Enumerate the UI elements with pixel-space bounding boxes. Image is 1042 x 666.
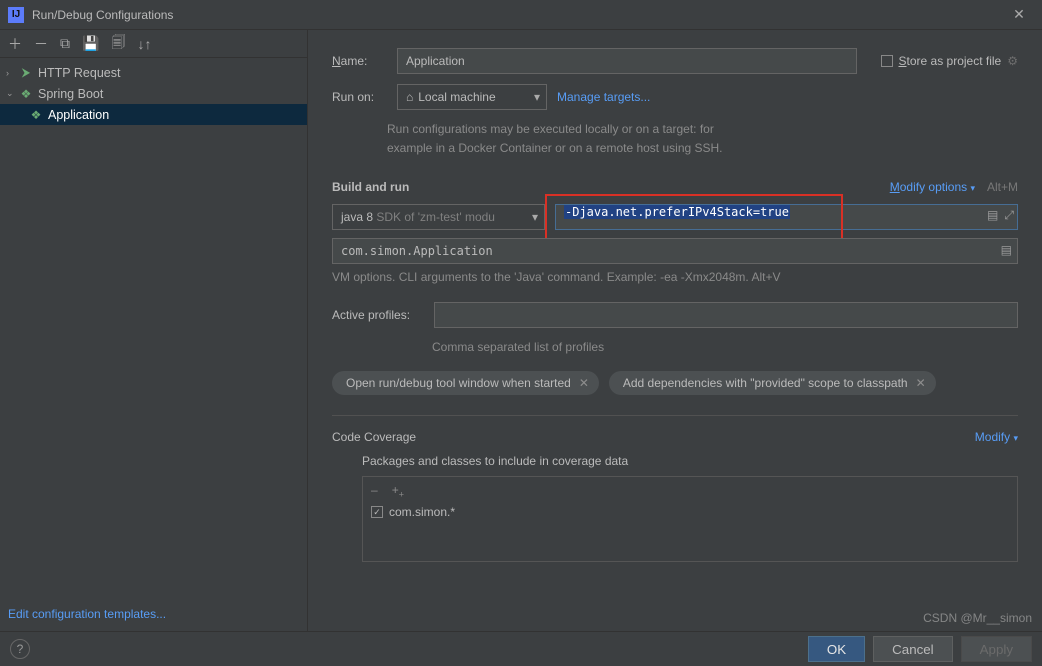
close-icon[interactable]: ✕ [1004, 6, 1034, 23]
chip-label: Open run/debug tool window when started [346, 376, 571, 390]
add-button[interactable]: ＋ [8, 34, 22, 54]
runon-hint: example in a Docker Container or on a re… [387, 139, 1018, 158]
coverage-add-button[interactable]: ++ [392, 483, 404, 499]
sidebar: ＋ － ⧉ 💾 🗐 ↓↑ › ⮞ HTTP Request ⌄ ❖ Spring… [0, 30, 308, 631]
tree-label: Spring Boot [38, 87, 103, 101]
window-title: Run/Debug Configurations [32, 8, 1004, 22]
coverage-entry[interactable]: ✓ com.simon.* [371, 505, 1009, 519]
tree-node-http[interactable]: › ⮞ HTTP Request [0, 62, 307, 83]
vm-options-hint: VM options. CLI arguments to the 'Java' … [332, 268, 1018, 287]
tree-label: Application [48, 108, 109, 122]
chip-remove-icon[interactable]: ✕ [579, 376, 589, 390]
manage-targets-link[interactable]: Manage targets... [557, 90, 650, 104]
edit-templates-link[interactable]: Edit configuration templates... [0, 597, 307, 631]
gear-icon[interactable]: ⚙ [1007, 54, 1018, 68]
vm-options-text: -Djava.net.preferIPv4Stack=true [564, 205, 790, 219]
config-tree: › ⮞ HTTP Request ⌄ ❖ Spring Boot ❖ Appli… [0, 58, 307, 597]
tree-node-spring[interactable]: ⌄ ❖ Spring Boot [0, 83, 307, 104]
help-button[interactable]: ? [10, 639, 30, 659]
tree-node-application[interactable]: ❖ Application [0, 104, 307, 125]
coverage-packages-label: Packages and classes to include in cover… [362, 454, 1018, 468]
store-checkbox[interactable] [881, 55, 893, 67]
title-bar: IJ Run/Debug Configurations ✕ [0, 0, 1042, 30]
folder-button[interactable]: 🗐 [111, 32, 125, 56]
coverage-remove-button[interactable]: – [371, 483, 378, 499]
form-panel: Name: Store as project file ⚙ Run on: ⌂ … [308, 30, 1042, 631]
chip-label: Add dependencies with "provided" scope t… [623, 376, 908, 390]
profiles-hint: Comma separated list of profiles [432, 338, 1018, 357]
runon-hint: Run configurations may be executed local… [387, 120, 1018, 139]
apply-button[interactable]: Apply [961, 636, 1032, 662]
jdk-select[interactable]: java 8 SDK of 'zm-test' modu [332, 204, 545, 230]
cancel-button[interactable]: Cancel [873, 636, 953, 662]
main-class-input[interactable] [332, 238, 1018, 264]
tree-label: HTTP Request [38, 66, 120, 80]
chevron-down-icon: ⌄ [6, 88, 18, 99]
chip-remove-icon[interactable]: ✕ [916, 376, 926, 390]
home-icon: ⌂ [406, 90, 413, 104]
coverage-checkbox[interactable]: ✓ [371, 506, 383, 518]
dialog-footer: ? OK Cancel Apply [0, 631, 1042, 666]
coverage-modify-link[interactable]: Modify ▾ [975, 430, 1018, 444]
runon-select[interactable]: ⌂ Local machine [397, 84, 547, 110]
vm-options-input[interactable]: -Djava.net.preferIPv4Stack=true [555, 204, 1018, 230]
coverage-list: – ++ ✓ com.simon.* [362, 476, 1018, 562]
app-icon: IJ [8, 7, 24, 23]
runon-label: Run on: [332, 90, 387, 104]
option-chip-provided-scope[interactable]: Add dependencies with "provided" scope t… [609, 371, 936, 395]
profiles-input[interactable] [434, 302, 1018, 328]
expand-icon[interactable]: ⤢ [1004, 208, 1014, 223]
spring-boot-icon: ❖ [28, 108, 44, 122]
ok-button[interactable]: OK [808, 636, 865, 662]
runon-value: Local machine [418, 90, 495, 104]
jdk-label: java 8 SDK of 'zm-test' modu [341, 210, 495, 224]
watermark: CSDN @Mr__simon [923, 611, 1032, 625]
history-icon[interactable]: ▤ [987, 208, 998, 223]
spring-boot-icon: ❖ [18, 87, 34, 101]
modify-options-link[interactable]: Modify options ▾ [890, 180, 975, 194]
http-request-icon: ⮞ [18, 65, 34, 80]
profiles-label: Active profiles: [332, 308, 424, 322]
coverage-entry-label: com.simon.* [389, 505, 455, 519]
remove-button[interactable]: － [34, 34, 48, 54]
coverage-heading: Code Coverage [332, 430, 416, 444]
config-toolbar: ＋ － ⧉ 💾 🗐 ↓↑ [0, 30, 307, 58]
build-run-heading: Build and run [332, 180, 409, 194]
shortcut-hint: Alt+M [987, 180, 1018, 194]
name-input[interactable] [397, 48, 857, 74]
store-label: Store as project file [899, 54, 1002, 68]
option-chip-open-tool-window[interactable]: Open run/debug tool window when started … [332, 371, 599, 395]
save-button[interactable]: 💾 [82, 35, 99, 52]
chevron-right-icon: › [6, 68, 18, 78]
name-label: Name: [332, 54, 387, 68]
copy-button[interactable]: ⧉ [60, 35, 70, 52]
sort-button[interactable]: ↓↑ [137, 36, 151, 52]
list-icon[interactable]: ▤ [1001, 243, 1012, 257]
